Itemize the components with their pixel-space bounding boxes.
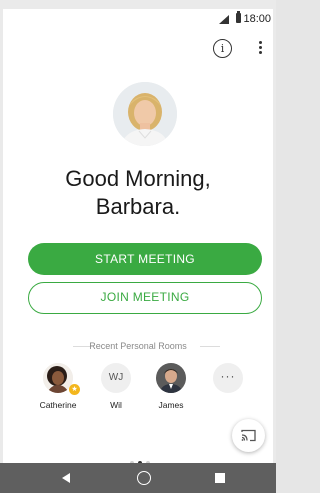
avatar <box>156 363 186 393</box>
app-window: 18:00 i Good Morning, Barbara. START MEE… <box>3 9 273 493</box>
avatar-initials: WJ <box>101 363 131 393</box>
system-navbar <box>0 463 276 493</box>
more-icon: ··· <box>213 363 243 393</box>
more-dots: ··· <box>220 369 236 383</box>
greeting-line-2: Barbara. <box>95 194 181 219</box>
cast-icon <box>241 429 256 442</box>
room-name: Wil <box>110 400 122 410</box>
home-icon[interactable] <box>137 471 151 485</box>
greeting-text: Good Morning, Barbara. <box>3 165 273 221</box>
initials-text: WJ <box>108 372 124 383</box>
user-photo <box>113 82 177 146</box>
favorite-star-icon: ★ <box>69 384 80 395</box>
more-options-icon[interactable] <box>255 39 265 59</box>
back-icon[interactable] <box>61 473 71 483</box>
info-button[interactable]: i <box>213 39 232 58</box>
status-bar: 18:00 <box>3 9 273 31</box>
join-meeting-button[interactable]: JOIN MEETING <box>28 282 262 314</box>
recent-rooms-title: Recent Personal Rooms <box>89 341 187 351</box>
divider-right <box>200 346 220 347</box>
status-time: 18:00 <box>243 13 271 25</box>
start-meeting-button[interactable]: START MEETING <box>28 243 262 275</box>
signal-icon <box>219 15 229 24</box>
more-rooms-button[interactable]: ··· <box>208 363 248 393</box>
user-avatar <box>113 82 177 146</box>
greeting-line-1: Good Morning, <box>65 166 211 191</box>
cast-button[interactable] <box>232 419 265 452</box>
room-wil[interactable]: WJ Wil <box>96 363 136 410</box>
room-name: Catherine <box>39 400 77 410</box>
battery-icon <box>236 11 241 23</box>
room-james[interactable]: James <box>151 363 191 410</box>
screen: 18:00 i Good Morning, Barbara. START MEE… <box>0 0 276 493</box>
recents-icon[interactable] <box>215 473 225 483</box>
room-name: James <box>158 400 184 410</box>
